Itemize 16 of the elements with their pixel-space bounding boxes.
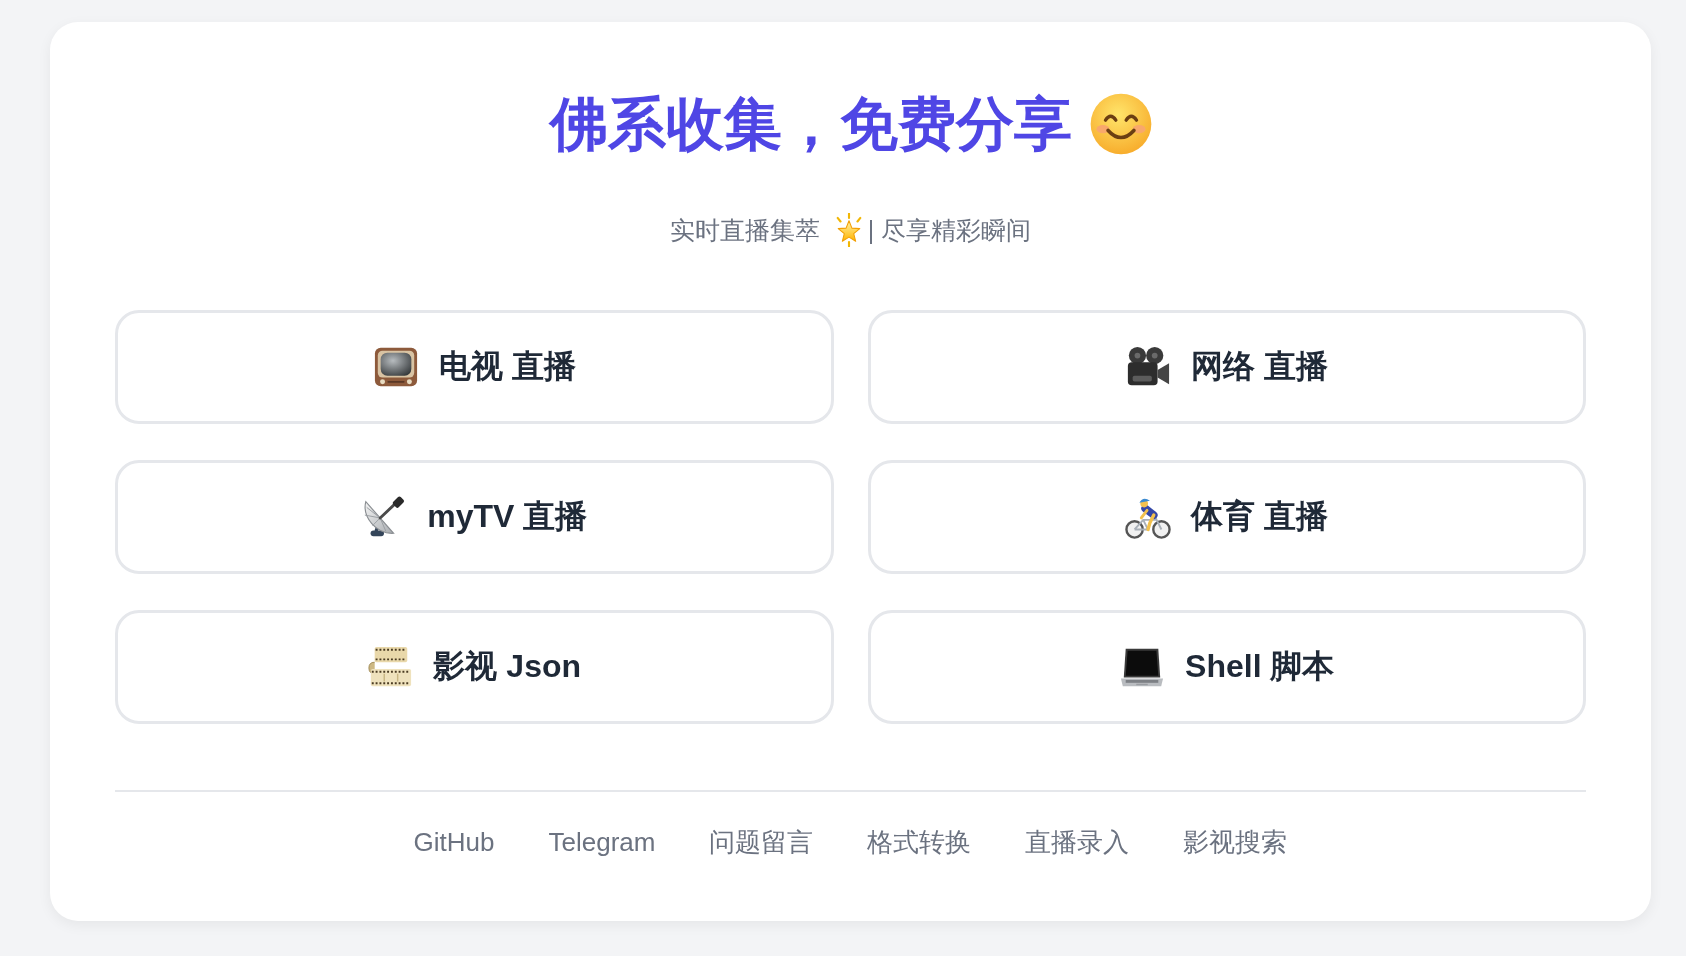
category-button[interactable]: 电视 直播 [115,310,834,424]
footer-link[interactable]: 影视搜索 [1183,824,1288,860]
category-button[interactable]: 网络 直播 [867,310,1586,424]
footer-link[interactable]: 格式转换 [867,824,972,860]
subtitle-text: | 尽享精彩瞬间 [867,215,1032,246]
footer-link[interactable]: Telegram [548,824,656,860]
smiley-face-icon [1089,93,1152,155]
category-button[interactable]: 体育 直播 [867,460,1586,574]
category-button[interactable]: Shell 脚本 [867,610,1586,724]
category-button[interactable]: 影视 Json [115,610,834,724]
page-title: 佛系收集，免费分享 [549,90,1072,158]
category-button[interactable]: myTV 直播 [115,460,834,574]
footer-link[interactable]: 问题留言 [709,824,814,860]
footer-link[interactable]: GitHub [413,824,495,860]
footer-link[interactable]: 直播录入 [1025,824,1130,860]
subtitle-text: 实时直播集萃 [669,215,820,246]
